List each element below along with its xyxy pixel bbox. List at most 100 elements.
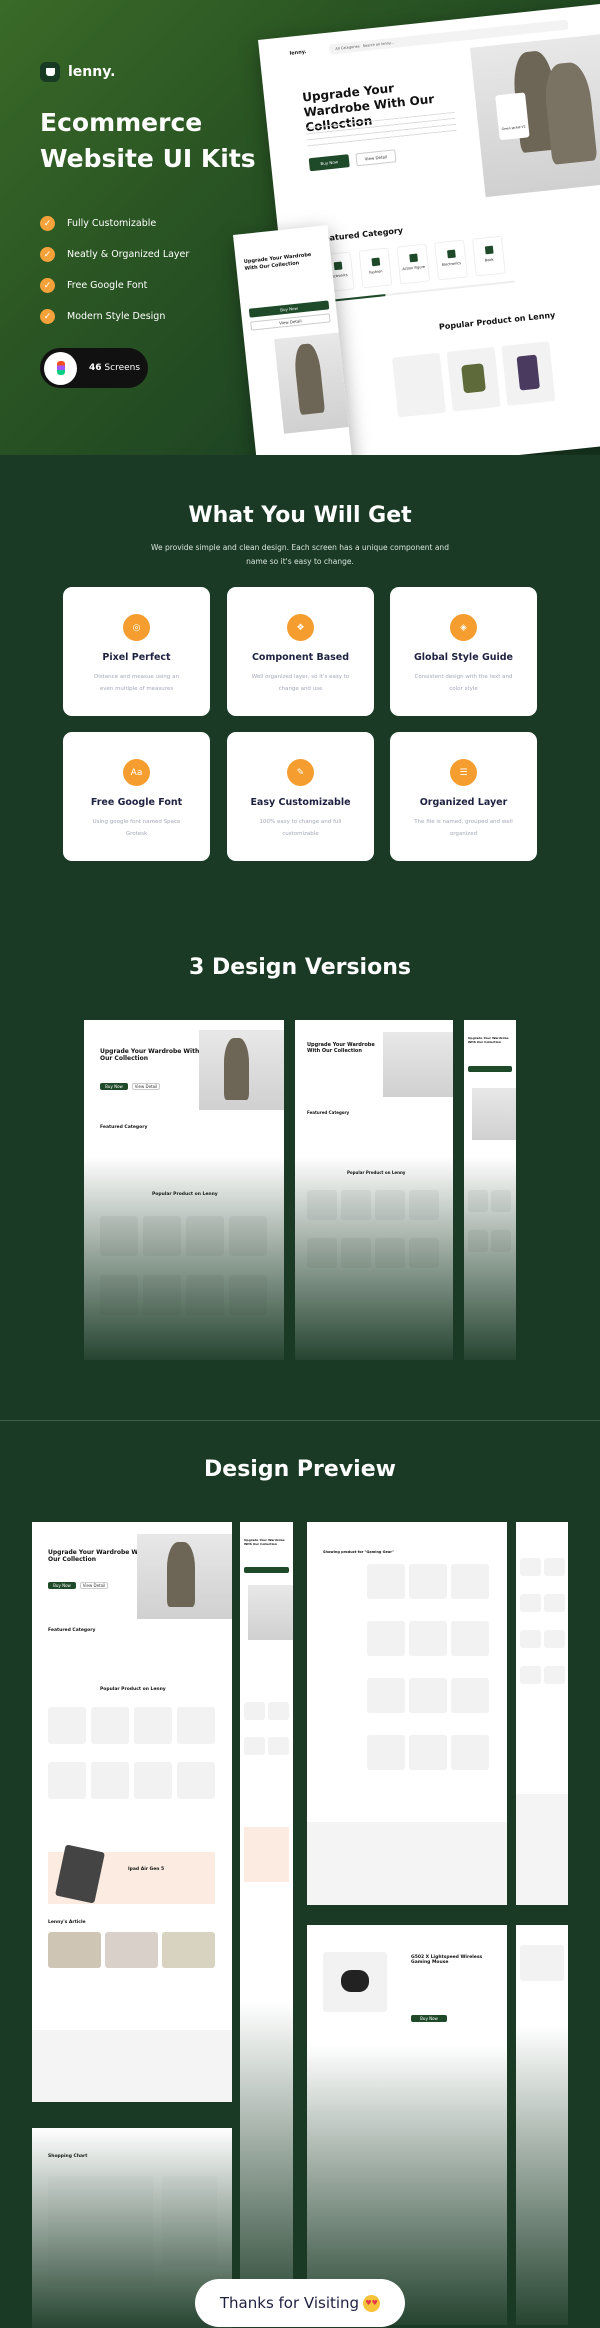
feature-item: ✓ Free Google Font bbox=[40, 270, 189, 301]
customize-icon: ✎ bbox=[287, 759, 314, 786]
hero-section: lenny. Ecommerce Website UI Kits ✓ Fully … bbox=[0, 0, 600, 455]
preview-product-detail: G502 X Lightspeed Wireless Gaming Mouse … bbox=[307, 1925, 507, 2325]
feature-card: Aa Free Google Font Using google font name… bbox=[63, 732, 210, 861]
feature-item: ✓ Modern Style Design bbox=[40, 301, 189, 332]
category-card: Book bbox=[471, 235, 506, 277]
thanks-text: Thanks for Visiting bbox=[219, 2294, 360, 2312]
shot-featured: Featured Category bbox=[48, 1628, 96, 1633]
category-card: Action Figure bbox=[396, 243, 431, 285]
preview-home-mobile: Upgrade Your Wardrobe With Our Collectio… bbox=[240, 1522, 293, 2322]
mockup-buy-button: Buy Now bbox=[308, 154, 350, 172]
hero-photo bbox=[383, 1032, 453, 1097]
shot-articles: Lenny's Article bbox=[48, 1920, 86, 1925]
card-desc: Using google font named Space Grotesk bbox=[92, 819, 181, 837]
brand-logo: lenny. bbox=[40, 62, 115, 82]
card-title: Organized Layer bbox=[419, 797, 508, 808]
card-title: Global Style Guide bbox=[414, 652, 513, 663]
screens-count: 46 bbox=[89, 363, 102, 373]
product-thumb bbox=[391, 352, 446, 418]
category-card: Fashion bbox=[358, 247, 393, 289]
hero-photo bbox=[199, 1030, 284, 1110]
feature-label: Neatly & Organized Layer bbox=[67, 249, 190, 260]
mobile-featured: Featured Category bbox=[264, 454, 306, 455]
preview-search-mobile bbox=[516, 1522, 568, 1905]
mockup-logo: lenny. bbox=[289, 49, 307, 57]
preview-product-mobile bbox=[516, 1925, 568, 2325]
product-card: Green Jacket V2 bbox=[495, 92, 530, 141]
promo-title: Ipad Air Gen 5 bbox=[128, 1867, 165, 1872]
target-icon: ◎ bbox=[123, 614, 150, 641]
card-desc: The file is named, grouped and well orga… bbox=[414, 819, 513, 837]
shot-headline: Upgrade Your Wardrobe With Our Collectio… bbox=[468, 1036, 509, 1044]
bag-icon bbox=[40, 62, 60, 82]
search-result-title: Showing product for "Gaming Gear" bbox=[323, 1550, 394, 1554]
shot-buy: Buy Now bbox=[48, 1582, 76, 1589]
product-buy: Buy Now bbox=[411, 2015, 447, 2022]
shot-featured: Featured Category bbox=[100, 1125, 148, 1130]
card-title: Pixel Perfect bbox=[102, 652, 171, 663]
shot-headline: Upgrade Your Wardrobe With Our Collectio… bbox=[307, 1042, 375, 1054]
hero-photo bbox=[274, 332, 349, 434]
card-desc: 100% easy to change and full customizabl… bbox=[259, 819, 342, 837]
hero-title: Ecommerce Website UI Kits bbox=[40, 108, 256, 173]
screens-badge: 46 Screens bbox=[40, 348, 148, 388]
hero-photo bbox=[137, 1534, 232, 1619]
mockup-featured: Featured Category bbox=[318, 225, 404, 244]
font-icon: Aa bbox=[123, 759, 150, 786]
feature-card: ◈ Global Style Guide Consistent design wit… bbox=[390, 587, 537, 716]
figma-icon bbox=[44, 351, 77, 385]
layers-icon: ☰ bbox=[450, 759, 477, 786]
style-icon: ◈ bbox=[450, 614, 477, 641]
feature-card: ◎ Pixel Perfect Distance and measue using … bbox=[63, 587, 210, 716]
shot-headline: Upgrade Your Wardrobe With Our Collectio… bbox=[244, 1538, 285, 1546]
brand-name: lenny. bbox=[68, 64, 116, 80]
check-icon: ✓ bbox=[40, 309, 55, 324]
preview-search-results: Showing product for "Gaming Gear" bbox=[307, 1522, 507, 1905]
check-icon: ✓ bbox=[40, 278, 55, 293]
version-mobile: Upgrade Your Wardrobe With Our Collectio… bbox=[464, 1020, 516, 1360]
screens-label: Screens bbox=[104, 363, 141, 373]
shot-buy: Buy Now bbox=[100, 1083, 128, 1090]
mobile-headline: Upgrade Your Wardrobe With Our Collectio… bbox=[243, 251, 312, 272]
feature-label: Free Google Font bbox=[67, 280, 148, 291]
feature-item: ✓ Neatly & Organized Layer bbox=[40, 239, 189, 270]
section-title: What You Will Get bbox=[188, 503, 412, 528]
section-title: Design Preview bbox=[204, 1457, 396, 1482]
feature-card: ✎ Easy Customizable 100% easy to change an… bbox=[227, 732, 374, 861]
feature-list: ✓ Fully Customizable ✓ Neatly & Organized … bbox=[40, 208, 189, 332]
shot-popular: Popular Product on Lenny bbox=[100, 1687, 166, 1692]
card-desc: Consistent design with the text and colo… bbox=[414, 674, 513, 692]
shot-headline: Upgrade Your Wardrobe With Our Collectio… bbox=[100, 1048, 200, 1062]
promo-banner: Ipad Air Gen 5 bbox=[48, 1844, 215, 1904]
card-desc: Distance and measue using an even multip… bbox=[94, 674, 179, 692]
component-icon: ❖ bbox=[287, 614, 314, 641]
version-desktop-wide: Upgrade Your Wardrobe With Our Collectio… bbox=[84, 1020, 284, 1360]
thanks-pill: Thanks for Visiting ♥♥ bbox=[195, 2279, 405, 2327]
category-card: Electronics bbox=[434, 239, 468, 281]
card-title: Easy Customizable bbox=[250, 797, 351, 808]
version-desktop: Upgrade Your Wardrobe With Our Collectio… bbox=[295, 1020, 453, 1360]
feature-label: Modern Style Design bbox=[67, 311, 166, 322]
mockup-popular: Popular Product on Lenny bbox=[438, 310, 556, 332]
product-thumb bbox=[501, 341, 556, 406]
card-desc: Well organized layer, so it's easy to ch… bbox=[251, 674, 350, 692]
section-subtitle: We provide simple and clean design. Each… bbox=[151, 543, 449, 566]
shot-featured: Featured Category bbox=[307, 1110, 350, 1115]
mockup-view-button: View Detail bbox=[355, 149, 397, 167]
shot-view: View Detail bbox=[132, 1083, 160, 1090]
feature-item: ✓ Fully Customizable bbox=[40, 208, 189, 239]
product-title: G502 X Lightspeed Wireless Gaming Mouse bbox=[411, 1955, 483, 1965]
check-icon: ✓ bbox=[40, 216, 55, 231]
heart-eyes-emoji-icon: ♥♥ bbox=[363, 2294, 381, 2312]
card-title: Free Google Font bbox=[90, 797, 183, 808]
section-title: 3 Design Versions bbox=[189, 955, 411, 980]
check-icon: ✓ bbox=[40, 247, 55, 262]
feature-card: ❖ Component Based Well organized layer, so… bbox=[227, 587, 374, 716]
hero-photo: Green Jacket V2 bbox=[469, 30, 600, 198]
shot-headline: Upgrade Your Wardrobe With Our Collectio… bbox=[48, 1549, 148, 1563]
feature-label: Fully Customizable bbox=[67, 218, 157, 229]
card-title: Component Based bbox=[251, 652, 350, 663]
hero-photo bbox=[472, 1088, 516, 1140]
product-thumb bbox=[446, 346, 501, 412]
feature-card: ☰ Organized Layer The file is named, group… bbox=[390, 732, 537, 861]
